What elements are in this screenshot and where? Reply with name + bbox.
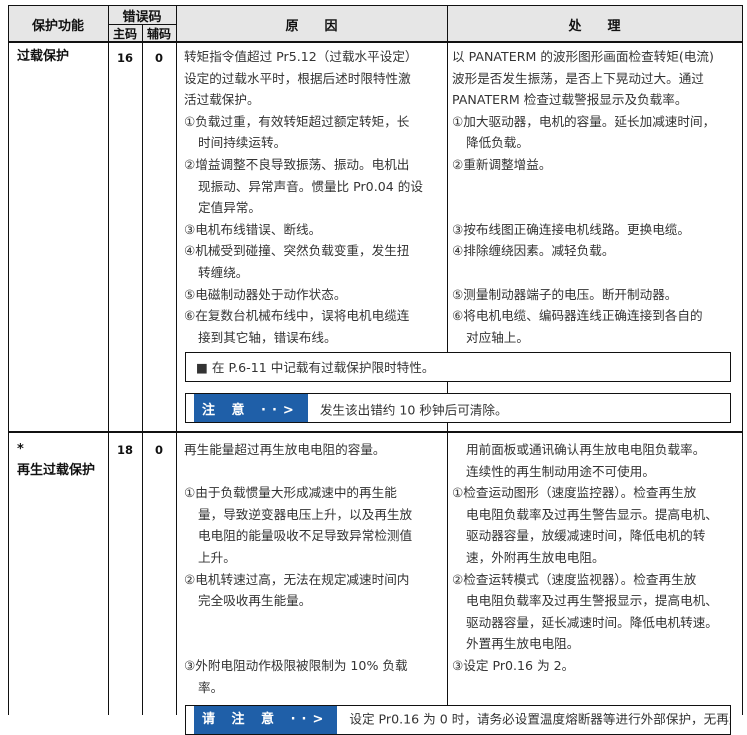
text-line: ③外附电阻动作极限被限制为 10% 负载 <box>184 657 408 673</box>
header-cause: 原 因 <box>285 19 338 34</box>
text-line: 速，外附再生放电电阻。 <box>466 549 605 565</box>
text-line: ②电机转速过高，无法在规定减速时间内 <box>184 571 410 587</box>
text-line: 活过载保护。 <box>184 92 260 108</box>
action-text: 用前面板或通讯确认再生放电电阻负载率。 连续性的再生制动用途不可使用。 ①检查运动图… <box>452 439 740 677</box>
header-sub-code: 辅码 <box>146 27 171 41</box>
cause-text: 再生能量超过再生放电电阻的容量。 ①由于负载惯量大形成减速中的再生能量，导致逆变器… <box>184 439 446 698</box>
text-line: 驱动器容量，延长减速时间。降低电机转速。 <box>466 614 718 630</box>
text-line: 驱动器容量，放缓减速时间，降低电机的转 <box>466 528 706 544</box>
main-code: 16 <box>116 51 133 65</box>
text-line: 连续性的再生制动用途不可使用。 <box>466 463 655 479</box>
col-border <box>108 5 109 715</box>
text-line: 完全吸收再生能量。 <box>198 593 312 609</box>
text-line: ⑤测量制动器端子的电压。断开制动器。 <box>452 286 678 302</box>
text-line: 设定的过载水平时，根据后述时限特性激 <box>184 70 411 86</box>
function-star: * <box>17 442 24 457</box>
action-text: 以 PANATERM 的波形图形画面检查转矩(电流) 波形是否发生振荡，是否上下晃… <box>452 46 740 348</box>
note-text: ■ 在 P.6-11 中记载有过载保护限时特性。 <box>196 360 435 375</box>
text-line: ⑥将电机电缆、编码器连线正确连接到各自的 <box>452 308 703 324</box>
text-line: ④排除缠绕因素。减轻负载。 <box>452 243 615 259</box>
text-line: 量，导致逆变器电压上升，以及再生放 <box>198 506 413 522</box>
text-line: 转矩指令值超过 Pr5.12（过载水平设定） <box>184 49 418 64</box>
cause-text: 转矩指令值超过 Pr5.12（过载水平设定） 设定的过载水平时，根据后述时限特性激… <box>184 46 446 348</box>
text-line: 时间持续运转。 <box>198 135 287 151</box>
text-line <box>184 633 446 655</box>
text-line: ①负载过重，有效转矩超过额定转矩，长 <box>184 113 410 129</box>
text-line: 以 PANATERM 的波形图形画面检查转矩(电流) <box>452 49 714 64</box>
header-main-code: 主码 <box>112 27 137 41</box>
text-line: 电电阻的能量吸收不足导致异常检测值 <box>198 528 413 544</box>
text-line <box>452 176 740 198</box>
text-line: ①检查运动图形（速度监控器）。检查再生放 <box>452 485 697 501</box>
header-error-code: 错误码 <box>122 10 162 25</box>
header-action: 处 理 <box>568 19 621 34</box>
caution-box: 请 注 意 ··> 设定 Pr0.16 为 0 时，请务必设置温度熔断器等进行外部… <box>185 705 731 735</box>
text-line: 上升。 <box>198 549 236 565</box>
note-box: ■ 在 P.6-11 中记载有过载保护限时特性。 <box>185 352 731 382</box>
col-border <box>142 24 143 715</box>
sub-code: 0 <box>154 443 163 457</box>
text-line: 电电阻负载率及过再生警报显示，提高电机、 <box>466 593 718 609</box>
text-line: 转缠绕。 <box>198 264 249 280</box>
text-line: 对应轴上。 <box>466 329 529 345</box>
text-line: 电电阻负载率及过再生警告显示。提高电机、 <box>466 506 718 522</box>
row-divider <box>8 431 743 433</box>
text-line: 定值异常。 <box>198 200 261 216</box>
text-line <box>452 197 740 219</box>
col-border <box>8 5 9 715</box>
text-line: 用前面板或通讯确认再生放电电阻负载率。 <box>466 442 706 457</box>
text-line: ②检查运转模式（速度监视器）。检查再生放 <box>452 571 697 587</box>
text-line <box>184 612 446 634</box>
text-line: ③按布线图正确连接电机线路。更换电缆。 <box>452 221 690 237</box>
text-line: 接到其它轴，错误布线。 <box>198 329 337 345</box>
text-line: 外置再生放电电阻。 <box>466 636 580 652</box>
text-line: 再生能量超过再生放电电阻的容量。 <box>184 442 386 457</box>
text-line: ⑥在复数台机械布线中，误将电机电缆连 <box>184 308 410 324</box>
caution-tag: 请 注 意 ··> <box>194 706 338 734</box>
sub-code: 0 <box>154 51 163 65</box>
text-line: ①加大驱动器，电机的容量。延长加减速时间， <box>452 113 716 129</box>
caution-tag: 注 意 ··> <box>194 394 308 422</box>
text-line: ⑤电磁制动器处于动作状态。 <box>184 286 347 302</box>
main-code: 18 <box>116 443 133 457</box>
text-line: ②重新调整增益。 <box>452 156 552 172</box>
text-line <box>184 461 446 483</box>
col-border <box>742 5 743 715</box>
function-name: 再生过载保护 <box>17 463 96 478</box>
text-line: 波形是否发生振荡，是否上下晃动过大。通过 <box>452 70 704 86</box>
caution-text: 发生该出错约 10 秒钟后可清除。 <box>319 402 508 418</box>
text-line: 现振动、异常声音。惯量比 Pr0.04 的设 <box>198 178 423 194</box>
text-line: ③电机布线错误、断线。 <box>184 221 322 237</box>
text-line: 降低负载。 <box>466 135 529 151</box>
text-line: ③设定 Pr0.16 为 2。 <box>452 657 575 673</box>
caution-text: 设定 Pr0.16 为 0 时，请务必设置温度熔断器等进行外部保护，无再生 <box>349 711 731 727</box>
caution-box: 注 意 ··> 发生该出错约 10 秒钟后可清除。 <box>185 393 731 423</box>
text-line <box>452 262 740 284</box>
function-name: 过载保护 <box>17 49 70 64</box>
header-function: 保护功能 <box>31 19 84 34</box>
text-line: PANATERM 检查过载警报显示及负载率。 <box>452 92 688 108</box>
text-line: ④机械受到碰撞、突然负载变重，发生扭 <box>184 243 410 259</box>
text-line: ②增益调整不良导致振荡、振动。电机出 <box>184 156 410 172</box>
text-line: 率。 <box>198 679 224 695</box>
col-border <box>176 5 177 715</box>
text-line: ①由于负载惯量大形成减速中的再生能 <box>184 485 397 501</box>
